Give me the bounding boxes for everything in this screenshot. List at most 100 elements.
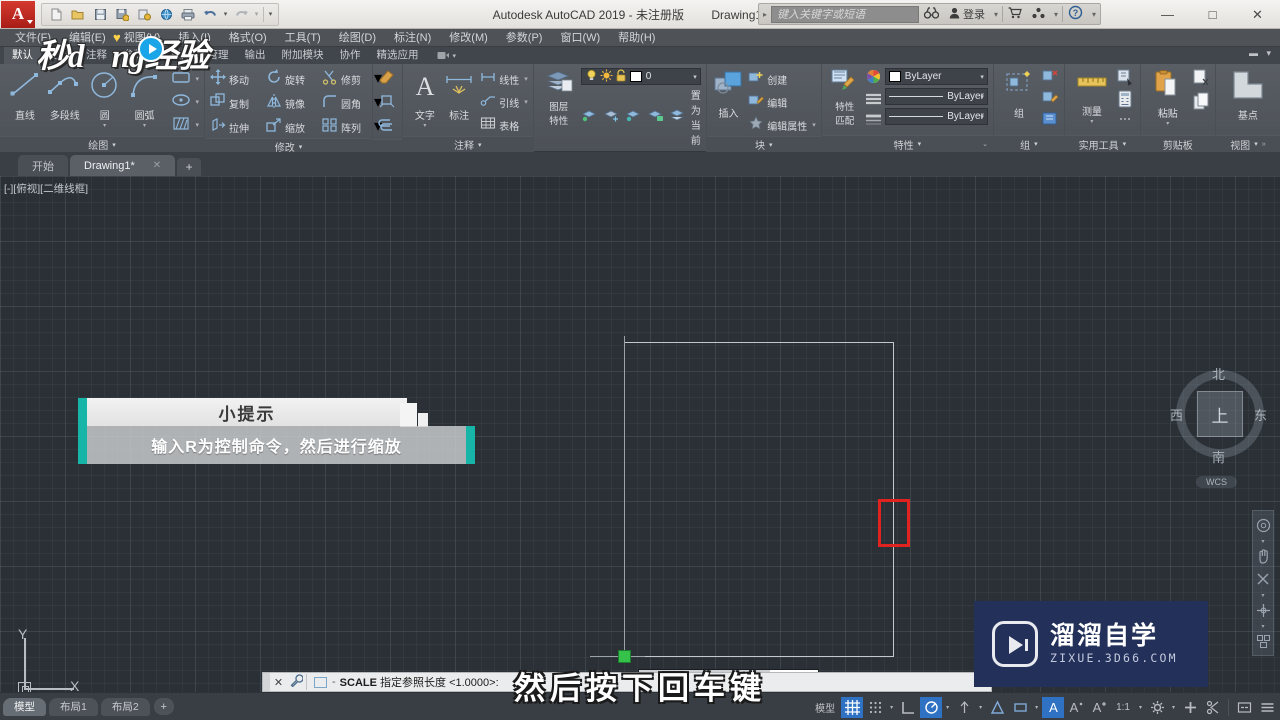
arc-dropdown-icon[interactable]: ▾ bbox=[143, 123, 146, 129]
leader-dropdown-icon[interactable]: ▾ bbox=[524, 98, 528, 106]
orbit-dropdown-icon[interactable]: ▾ bbox=[1261, 623, 1264, 630]
drawn-rectangle[interactable] bbox=[624, 342, 894, 657]
qat-customize-icon[interactable]: ▾ bbox=[266, 10, 275, 18]
undo-dropdown-icon[interactable]: ▾ bbox=[221, 10, 230, 18]
infocenter-expand-icon[interactable]: ▸ bbox=[759, 10, 771, 19]
qat-save-icon[interactable] bbox=[90, 5, 110, 24]
explode-icon[interactable] bbox=[378, 93, 396, 114]
qat-print-icon[interactable] bbox=[178, 5, 198, 24]
modify-copy-button[interactable]: 复制 bbox=[210, 92, 262, 114]
linear-dropdown-icon[interactable]: ▾ bbox=[524, 75, 528, 83]
annotation-leader-button[interactable]: 引线 ▾ bbox=[480, 91, 528, 113]
orbit-icon[interactable] bbox=[1253, 600, 1273, 620]
pan-icon[interactable] bbox=[1253, 546, 1273, 566]
menu-window[interactable]: 窗口(W) bbox=[551, 29, 609, 47]
lineweight-combo[interactable]: ByLayer ▾ bbox=[884, 108, 988, 125]
view-cube[interactable]: 上 北 东 南 西 bbox=[1168, 362, 1272, 466]
panel-properties-dialog-launcher[interactable]: ⌄ bbox=[982, 140, 988, 148]
panel-group-expand-icon[interactable]: ▾ bbox=[1034, 140, 1038, 148]
minimize-button[interactable]: — bbox=[1145, 1, 1190, 29]
modify-mirror-button[interactable]: 镜像 bbox=[266, 92, 318, 114]
adsk360-dropdown-icon[interactable]: ▾ bbox=[1050, 10, 1062, 19]
layer-isolate-icon[interactable] bbox=[581, 108, 598, 127]
help-button[interactable]: ? bbox=[1063, 4, 1088, 24]
ungroup-icon[interactable] bbox=[1041, 68, 1059, 88]
annotation-linear-button[interactable]: 线性 ▾ bbox=[480, 68, 528, 90]
paste-button[interactable]: 粘贴 ▾ bbox=[1146, 68, 1190, 127]
match-properties-icon[interactable] bbox=[830, 68, 860, 99]
autodesk-360-button[interactable] bbox=[1027, 4, 1050, 24]
qat-redo-icon[interactable] bbox=[231, 5, 251, 24]
hatch-dropdown-icon[interactable]: ▾ bbox=[196, 121, 200, 129]
modify-rotate-button[interactable]: 旋转 bbox=[266, 68, 318, 90]
block-insert-button[interactable]: 插入 bbox=[712, 68, 745, 120]
block-edit-button[interactable]: 编辑 bbox=[748, 91, 816, 113]
block-create-button[interactable]: 创建 bbox=[748, 68, 816, 90]
utilities-more-icon[interactable] bbox=[1116, 112, 1134, 126]
menu-dimension[interactable]: 标注(N) bbox=[385, 29, 440, 47]
zoom-dropdown-icon[interactable]: ▾ bbox=[1261, 592, 1264, 599]
screencast-button[interactable]: ▾ bbox=[437, 51, 456, 60]
modify-fillet-button[interactable]: 圆角 bbox=[322, 92, 370, 114]
autodesk-store-button[interactable] bbox=[1003, 4, 1027, 24]
draw-circle-button[interactable]: 圆 ▾ bbox=[85, 68, 125, 129]
menu-format[interactable]: 格式(O) bbox=[220, 29, 276, 47]
group-button[interactable]: 组 bbox=[999, 68, 1039, 120]
viewcube-west-label[interactable]: 西 bbox=[1170, 405, 1183, 424]
modify-move-button[interactable]: 移动 bbox=[210, 68, 262, 90]
modify-scale-button[interactable]: 缩放 bbox=[266, 116, 318, 138]
close-button[interactable]: ✕ bbox=[1235, 1, 1280, 29]
base-point-button[interactable]: 基点 bbox=[1225, 68, 1271, 122]
qat-web-save-icon[interactable] bbox=[156, 5, 176, 24]
measure-button[interactable]: 测量 ▾ bbox=[1070, 68, 1114, 125]
text-dropdown-icon[interactable]: ▾ bbox=[423, 123, 426, 129]
cut-icon[interactable] bbox=[1192, 68, 1210, 91]
signin-dropdown-icon[interactable]: ▾ bbox=[990, 10, 1002, 19]
panel-utilities-expand-icon[interactable]: ▾ bbox=[1123, 140, 1127, 148]
quick-calc-icon[interactable] bbox=[1116, 90, 1134, 111]
edit-attribute-dropdown-icon[interactable]: ▾ bbox=[812, 121, 816, 129]
quick-select-icon[interactable] bbox=[1116, 68, 1134, 89]
panel-title-clipboard[interactable]: 剪贴板 bbox=[1140, 135, 1215, 152]
maximize-button[interactable]: □ bbox=[1190, 1, 1235, 29]
lineweight-combo-dropdown-icon[interactable]: ▾ bbox=[980, 113, 984, 121]
menu-help[interactable]: 帮助(H) bbox=[609, 29, 664, 47]
file-tab-start[interactable]: 开始 bbox=[18, 155, 68, 176]
qat-plot-preview-icon[interactable] bbox=[134, 5, 154, 24]
steering-wheel-icon[interactable] bbox=[1253, 515, 1273, 535]
redo-dropdown-icon[interactable]: ▾ bbox=[252, 10, 261, 18]
viewcube-top-face[interactable]: 上 bbox=[1197, 391, 1243, 437]
panel-view-more-icon[interactable]: » bbox=[1262, 141, 1266, 148]
wcs-button[interactable]: WCS bbox=[1196, 476, 1237, 488]
draw-arc-button[interactable]: 圆弧 ▾ bbox=[125, 68, 165, 129]
ribbon-tab-output[interactable]: 输出 bbox=[237, 47, 274, 64]
layer-lock-icon[interactable] bbox=[615, 68, 627, 85]
linetype-combo[interactable]: ByLayer ▾ bbox=[884, 88, 988, 105]
modify-stretch-button[interactable]: 拉伸 bbox=[210, 116, 262, 138]
panel-title-block[interactable]: 块 ▾ bbox=[706, 136, 821, 152]
qat-save-as-icon[interactable] bbox=[112, 5, 132, 24]
panel-view-expand-icon[interactable]: ▾ bbox=[1254, 140, 1258, 148]
viewport-label[interactable]: [-][俯视][二维线框] bbox=[4, 181, 88, 196]
sign-in-button[interactable]: 登录 bbox=[944, 4, 990, 24]
layer-off-icon[interactable] bbox=[625, 108, 642, 127]
color-combo-dropdown-icon[interactable]: ▾ bbox=[980, 73, 984, 81]
menu-draw[interactable]: 绘图(D) bbox=[330, 29, 385, 47]
panel-block-expand-icon[interactable]: ▾ bbox=[769, 141, 773, 149]
panel-title-view[interactable]: 视图 ▾ » bbox=[1215, 135, 1280, 152]
panel-properties-expand-icon[interactable]: ▾ bbox=[918, 140, 922, 148]
layer-set-current-label[interactable]: 置为当前 bbox=[691, 87, 701, 147]
close-icon[interactable]: ✕ bbox=[153, 160, 161, 171]
qat-new-icon[interactable] bbox=[46, 5, 66, 24]
layer-properties-icon[interactable] bbox=[544, 68, 574, 99]
viewcube-north-label[interactable]: 北 bbox=[1212, 364, 1225, 383]
offset-icon[interactable] bbox=[378, 118, 396, 139]
layer-combo[interactable]: 0 ▾ bbox=[580, 68, 701, 85]
panel-title-annotation[interactable]: 注释 ▾ bbox=[402, 136, 533, 152]
application-menu-button[interactable]: A bbox=[1, 0, 35, 28]
qat-open-icon[interactable] bbox=[68, 5, 88, 24]
menu-parametric[interactable]: 参数(P) bbox=[497, 29, 552, 47]
layer-freeze-sun-icon[interactable] bbox=[600, 69, 613, 85]
layer-current-icon[interactable] bbox=[669, 108, 686, 127]
panel-title-draw[interactable]: 绘图 ▾ bbox=[0, 136, 204, 152]
